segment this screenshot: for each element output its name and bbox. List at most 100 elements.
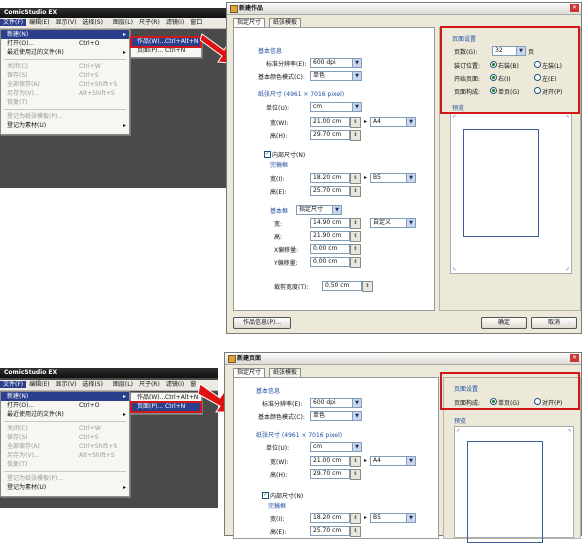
inner-height-input[interactable]: 25.70 cm xyxy=(310,526,350,536)
inner-width-stepper[interactable]: ⇕ xyxy=(350,513,361,524)
menu-item[interactable]: 另存为(V)... Alt+Shift+S xyxy=(1,451,129,460)
inner-height-input[interactable]: 25.70 cm xyxy=(310,186,350,196)
menu-item[interactable]: 新建(N) ▸ xyxy=(1,392,129,401)
height-input[interactable]: 29.70 cm xyxy=(310,130,350,140)
menu-filter[interactable]: 滤镜(I) xyxy=(163,19,187,26)
cancel-button[interactable]: 取消 xyxy=(531,317,577,329)
menu-item[interactable]: 登记为纸张模板(P)... xyxy=(1,112,129,121)
close-icon[interactable]: ✕ xyxy=(570,4,579,12)
inner-height-stepper[interactable]: ⇕ xyxy=(350,526,361,537)
x-offset-stepper[interactable]: ⇕ xyxy=(350,244,361,255)
menu-select[interactable]: 选择(S) xyxy=(79,381,106,388)
width-input[interactable]: 21.00 cm xyxy=(310,456,350,466)
resolution-select[interactable]: 600 dpi ▼ xyxy=(310,58,362,68)
inner-width-value: 18.20 cm xyxy=(313,514,342,521)
tab-template[interactable]: 纸张模板 xyxy=(269,368,302,377)
menu-item-label: 关闭(C) xyxy=(7,63,28,70)
width-stepper[interactable]: ⇕ xyxy=(350,117,361,128)
x-offset-input[interactable]: 0.00 cm xyxy=(310,244,350,254)
bf-width-stepper[interactable]: ⇕ xyxy=(350,218,361,229)
tab-size[interactable]: 指定尺寸 xyxy=(233,368,266,377)
menu-view[interactable]: 显示(V) xyxy=(53,381,80,388)
menu-view[interactable]: 显示(V) xyxy=(53,19,80,26)
menu-window[interactable]: 窗口 xyxy=(187,19,205,26)
unit-select[interactable]: cm ▼ xyxy=(310,442,362,452)
ok-button[interactable]: 确定 xyxy=(481,317,527,329)
bf-height-input[interactable]: 21.90 cm xyxy=(310,231,350,241)
menu-item[interactable]: 关闭(C) Ctrl+W xyxy=(1,424,129,433)
height-stepper[interactable]: ⇕ xyxy=(350,469,361,480)
paper-preset-select[interactable]: A4 ▼ xyxy=(370,117,416,127)
menu-file[interactable]: 文件(F) xyxy=(0,381,27,388)
inner-width-input[interactable]: 18.20 cm xyxy=(310,513,350,523)
color-mode-select[interactable]: 单色 ▼ xyxy=(310,71,362,81)
unit-select[interactable]: cm ▼ xyxy=(310,102,362,112)
menu-item[interactable]: 登记为素材(U) ▸ xyxy=(1,483,129,492)
menu-item[interactable]: 最近使用过的文件(R) ▸ xyxy=(1,48,129,57)
work-info-button[interactable]: 作品信息(P)... xyxy=(233,317,291,329)
inner-size-checkbox[interactable]: ✓ xyxy=(264,151,271,158)
inner-preset-select[interactable]: B5 ▼ xyxy=(370,513,416,523)
bf-preset-select[interactable]: 自定义 ▼ xyxy=(370,218,416,228)
bf-width-input[interactable]: 14.90 cm xyxy=(310,218,350,228)
menu-edit[interactable]: 编辑(E) xyxy=(26,381,52,388)
menu-item[interactable]: 恢复(T) xyxy=(1,460,129,469)
width-input[interactable]: 21.00 cm xyxy=(310,117,350,127)
menu-layer[interactable]: 图层(L) xyxy=(110,19,136,26)
menu-select[interactable]: 选择(S) xyxy=(79,19,106,26)
color-mode-select[interactable]: 单色 ▼ xyxy=(310,411,362,421)
tab-size[interactable]: 指定尺寸 xyxy=(233,18,266,27)
menu-item-shortcut: Ctrl+Shift+S xyxy=(79,81,118,88)
menu-item[interactable]: 保存(S) Ctrl+S xyxy=(1,433,129,442)
menu-item[interactable]: 登记为纸张模板(P)... xyxy=(1,474,129,483)
menu-ruler[interactable]: 尺子(R) xyxy=(136,19,163,26)
menu-item[interactable]: 新建(N) ▸ xyxy=(1,30,129,39)
menu-item[interactable]: 恢复(T) xyxy=(1,98,129,107)
bottom-submenu-highlight-box xyxy=(130,401,202,413)
menu-item-label: 打开(O)... xyxy=(7,402,35,409)
resolution-label: 标准分辨率(E): xyxy=(266,61,307,68)
inner-size-checkbox[interactable]: ✓ xyxy=(262,492,269,499)
width-stepper[interactable]: ⇕ xyxy=(350,456,361,467)
bleed-input[interactable]: 0.50 cm xyxy=(322,281,362,291)
menu-item[interactable]: 最近使用过的文件(R) ▸ xyxy=(1,410,129,419)
inner-preset-select[interactable]: B5 ▼ xyxy=(370,173,416,183)
width-label: 宽(W): xyxy=(270,459,289,466)
menu-filter[interactable]: 滤镜(I) xyxy=(163,381,187,388)
menu-ruler[interactable]: 尺子(R) xyxy=(136,381,163,388)
y-offset-stepper[interactable]: ⇕ xyxy=(350,257,361,268)
inner-height-stepper[interactable]: ⇕ xyxy=(350,186,361,197)
close-icon[interactable]: ✕ xyxy=(570,354,579,362)
tab-template[interactable]: 纸张模板 xyxy=(269,18,302,27)
paper-preset-select[interactable]: A4 ▼ xyxy=(370,456,416,466)
y-offset-input[interactable]: 0.00 cm xyxy=(310,257,350,267)
menu-item[interactable]: 打开(O)... Ctrl+O xyxy=(1,39,129,48)
menu-item-label: 恢复(T) xyxy=(7,461,28,468)
menu-item[interactable]: 全部保存(A) Ctrl+Shift+S xyxy=(1,442,129,451)
bf-height-stepper[interactable]: ⇕ xyxy=(350,231,361,242)
inner-width-stepper[interactable]: ⇕ xyxy=(350,173,361,184)
height-label: 高(H): xyxy=(270,133,288,140)
menu-item[interactable]: 登记为素材(U) ▸ xyxy=(1,121,129,130)
color-mode-label: 基本颜色模式(C): xyxy=(258,414,305,421)
menu-item[interactable]: 另存为(V)... Alt+Shift+S xyxy=(1,89,129,98)
resolution-select[interactable]: 600 dpi ▼ xyxy=(310,398,362,408)
top-app-title: ComicStudio EX xyxy=(4,9,58,16)
menu-item[interactable]: 保存(S) Ctrl+S xyxy=(1,71,129,80)
base-frame-mode-select[interactable]: 指定尺寸 ▼ xyxy=(296,205,342,215)
bottom-menubar: 文件(F) 编辑(E) 显示(V) 选择(S) 图层(L) 尺子(R) 滤镜(I) 窗 xyxy=(0,380,218,391)
height-input[interactable]: 29.70 cm xyxy=(310,469,350,479)
inner-width-input[interactable]: 18.20 cm xyxy=(310,173,350,183)
top-file-menu: 新建(N) ▸ 打开(O)... Ctrl+O 最近使用过的文件(R) ▸ 关闭(C) Ctr… xyxy=(0,29,130,135)
height-value: 29.70 cm xyxy=(313,470,342,477)
menu-edit[interactable]: 编辑(E) xyxy=(26,19,52,26)
bleed-stepper[interactable]: ⇕ xyxy=(362,281,373,292)
menu-file[interactable]: 文件(F) xyxy=(0,19,27,26)
menu-item-label: 全部保存(A) xyxy=(7,443,40,450)
menu-item[interactable]: 关闭(C) Ctrl+W xyxy=(1,62,129,71)
menu-item[interactable]: 全部保存(A) Ctrl+Shift+S xyxy=(1,80,129,89)
menu-layer[interactable]: 图层(L) xyxy=(110,381,136,388)
menu-item[interactable]: 打开(O)... Ctrl+O xyxy=(1,401,129,410)
height-stepper[interactable]: ⇕ xyxy=(350,130,361,141)
frame-heading: 完稿框 xyxy=(268,503,287,510)
